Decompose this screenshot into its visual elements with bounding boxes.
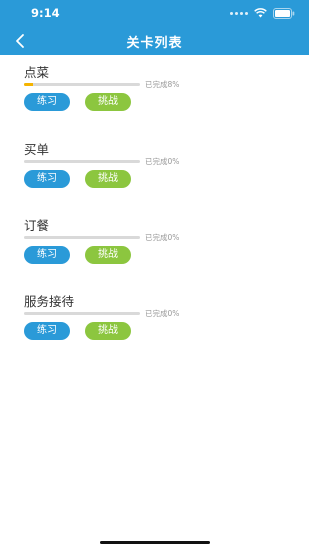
level-name: 订餐 bbox=[24, 218, 50, 233]
signal-icon bbox=[230, 11, 248, 15]
status-bar: 9:14 bbox=[0, 0, 309, 26]
challenge-button[interactable]: 挑战 bbox=[85, 93, 131, 111]
level-item-dingcan: 订餐 已完成0% 练习 挑战 bbox=[24, 208, 294, 278]
practice-button[interactable]: 练习 bbox=[24, 246, 70, 264]
app-header: 9:14 关卡列表 bbox=[0, 0, 309, 55]
progress-bar bbox=[24, 83, 140, 86]
level-name: 买单 bbox=[24, 142, 50, 157]
level-name: 点菜 bbox=[24, 65, 50, 80]
progress-text: 已完成0% bbox=[145, 309, 180, 318]
progress-bar bbox=[24, 312, 140, 315]
progress-fill bbox=[24, 83, 34, 86]
challenge-button[interactable]: 挑战 bbox=[85, 246, 131, 264]
progress-bar bbox=[24, 160, 140, 163]
progress-text: 已完成0% bbox=[145, 233, 180, 242]
practice-button[interactable]: 练习 bbox=[24, 170, 70, 188]
level-item-maidan: 买单 已完成0% 练习 挑战 bbox=[24, 132, 294, 202]
nav-bar: 关卡列表 bbox=[0, 26, 309, 55]
progress-text: 已完成8% bbox=[145, 80, 180, 89]
status-icons bbox=[230, 7, 295, 19]
status-time: 9:14 bbox=[31, 6, 60, 20]
practice-button[interactable]: 练习 bbox=[24, 322, 70, 340]
level-item-fuwujiedai: 服务接待 已完成0% 练习 挑战 bbox=[24, 284, 294, 354]
challenge-button[interactable]: 挑战 bbox=[85, 322, 131, 340]
progress-bar bbox=[24, 236, 140, 239]
wifi-icon bbox=[254, 8, 267, 18]
page-title: 关卡列表 bbox=[126, 36, 183, 51]
level-name: 服务接待 bbox=[24, 294, 75, 309]
home-indicator[interactable] bbox=[100, 541, 210, 544]
practice-button[interactable]: 练习 bbox=[24, 93, 70, 111]
progress-text: 已完成0% bbox=[145, 157, 180, 166]
challenge-button[interactable]: 挑战 bbox=[85, 170, 131, 188]
level-item-diancai: 点菜 已完成8% 练习 挑战 bbox=[24, 55, 294, 125]
battery-icon bbox=[273, 7, 295, 19]
